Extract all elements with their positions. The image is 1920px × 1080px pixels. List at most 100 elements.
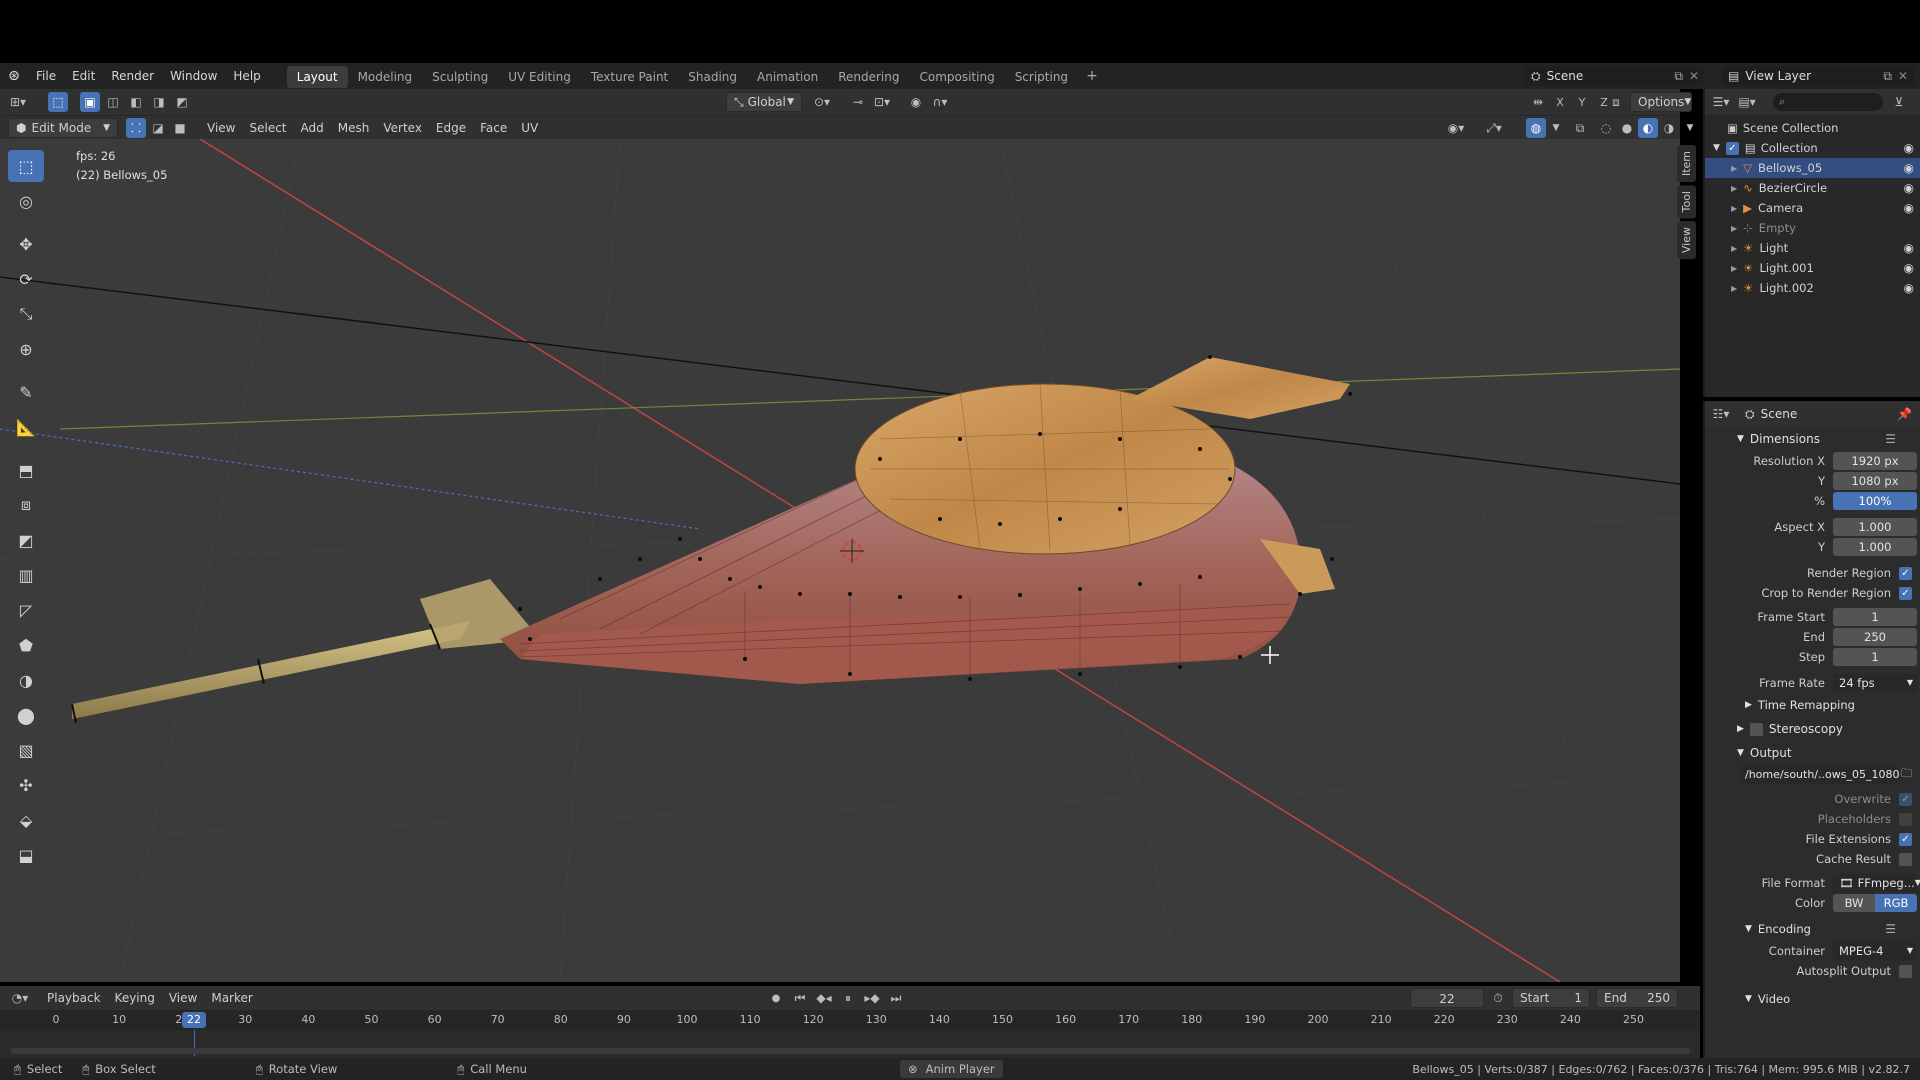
- rotate-tool-icon[interactable]: ⟳: [8, 263, 44, 295]
- select-tool-icon[interactable]: ⬚: [8, 150, 44, 182]
- cursor-tool-icon[interactable]: ◎: [8, 185, 44, 217]
- encoding-header[interactable]: ▼ Encoding ☰: [1731, 917, 1920, 941]
- pivot-point-icon[interactable]: ⊙▾: [812, 92, 832, 112]
- scene-collection-row[interactable]: ▣ Scene Collection: [1705, 118, 1920, 138]
- filter-icon[interactable]: ⊻: [1889, 92, 1909, 112]
- menu-add[interactable]: Add: [294, 118, 331, 138]
- overlays-dropdown-icon[interactable]: ▼: [1546, 118, 1566, 138]
- frame-rate-dropdown[interactable]: 24 fps ▼: [1833, 674, 1917, 692]
- tab-compositing[interactable]: Compositing: [909, 66, 1004, 88]
- rendered-shading-icon[interactable]: ◑: [1659, 118, 1679, 138]
- select-box-tool-icon[interactable]: ⬚: [48, 92, 68, 112]
- solid-shading-icon[interactable]: ●: [1617, 118, 1637, 138]
- snap-target-icon[interactable]: ⊡▾: [872, 92, 892, 112]
- outliner-item-light-001[interactable]: ▶ ☀ Light.001 ◉: [1705, 258, 1920, 278]
- timeline[interactable]: 0102030405060708090100110120130140150160…: [0, 1010, 1700, 1058]
- outliner-editor-type-icon[interactable]: ☰▾: [1711, 92, 1731, 112]
- file-format-dropdown[interactable]: 🎞 FFmpeg... ▼: [1833, 874, 1920, 892]
- expand-icon[interactable]: ▶: [1731, 284, 1737, 293]
- eye-icon[interactable]: ◉: [1904, 201, 1914, 215]
- overlays-icon[interactable]: ◍: [1526, 118, 1546, 138]
- playhead[interactable]: 22: [182, 1012, 206, 1028]
- menu-face[interactable]: Face: [473, 118, 514, 138]
- frame-ruler[interactable]: 0102030405060708090100110120130140150160…: [0, 1010, 1700, 1030]
- tab-rendering[interactable]: Rendering: [828, 66, 909, 88]
- presets-icon[interactable]: ☰: [1885, 432, 1896, 446]
- tab-sculpting[interactable]: Sculpting: [422, 66, 498, 88]
- output-header[interactable]: ▼ Output: [1731, 741, 1920, 765]
- menu-help[interactable]: Help: [225, 63, 268, 89]
- dimensions-header[interactable]: ▼ Dimensions ☰: [1731, 427, 1920, 451]
- delete-view-layer-icon[interactable]: ✕: [1898, 69, 1908, 83]
- menu-render[interactable]: Render: [103, 63, 162, 89]
- tab-animation[interactable]: Animation: [747, 66, 828, 88]
- eye-icon[interactable]: ◉: [1904, 161, 1914, 175]
- timeline-scrollbar[interactable]: [10, 1048, 1690, 1054]
- collection-row[interactable]: ▼ ✓ ▤ Collection ◉: [1705, 138, 1920, 158]
- outliner-search-field[interactable]: ⌕: [1773, 93, 1883, 111]
- outliner-item-light[interactable]: ▶ ☀ Light ◉: [1705, 238, 1920, 258]
- mirror-axis-y[interactable]: Y: [1572, 92, 1592, 112]
- eye-icon[interactable]: ◉: [1904, 181, 1914, 195]
- end-frame-field[interactable]: End 250: [1596, 988, 1678, 1008]
- start-frame-field[interactable]: Start 1: [1512, 988, 1590, 1008]
- select-mode-difference-icon[interactable]: ◨: [149, 92, 169, 112]
- output-path-field[interactable]: /home/south/..ows_05_1080: [1739, 766, 1899, 784]
- shrink-fatten-tool-icon[interactable]: ✣: [8, 769, 44, 801]
- timeline-menu-playback[interactable]: Playback: [40, 988, 108, 1008]
- extrude-tool-icon[interactable]: ⬒: [8, 454, 44, 486]
- time-remapping-header[interactable]: ▶ Time Remapping: [1731, 693, 1920, 717]
- move-tool-icon[interactable]: ✥: [8, 228, 44, 260]
- rip-region-tool-icon[interactable]: ⬓: [8, 839, 44, 871]
- view-object-types-icon[interactable]: ◉▾: [1446, 118, 1466, 138]
- wireframe-shading-icon[interactable]: ◌: [1596, 118, 1616, 138]
- edge-slide-tool-icon[interactable]: ▧: [8, 734, 44, 766]
- mirror-icon[interactable]: ⇹: [1528, 92, 1548, 112]
- annotate-tool-icon[interactable]: ✎: [8, 376, 44, 408]
- blender-logo-icon[interactable]: ⊛: [0, 63, 28, 89]
- outliner-item-beziercircle[interactable]: ▶ ∿ BezierCircle ◉: [1705, 178, 1920, 198]
- pin-icon[interactable]: 📌: [1897, 407, 1912, 421]
- mode-dropdown[interactable]: ⬢ Edit Mode ▼: [8, 117, 118, 138]
- expand-icon[interactable]: ▶: [1731, 224, 1737, 233]
- jump-start-icon[interactable]: ⏮: [790, 988, 810, 1008]
- select-mode-extend-icon[interactable]: ◫: [103, 92, 123, 112]
- expand-icon[interactable]: ▶: [1731, 244, 1737, 253]
- resolution-y-field[interactable]: 1080 px: [1833, 472, 1917, 490]
- snap-icon[interactable]: ⊸: [848, 92, 868, 112]
- menu-select[interactable]: Select: [242, 118, 293, 138]
- resolution-percent-field[interactable]: 100%: [1833, 492, 1917, 510]
- color-bw-button[interactable]: BW: [1833, 894, 1875, 912]
- aspect-x-field[interactable]: 1.000: [1833, 518, 1917, 536]
- select-mode-intersect-icon[interactable]: ◩: [172, 92, 192, 112]
- outliner-item-empty[interactable]: ▶ ⊹ Empty: [1705, 218, 1920, 238]
- presets-icon[interactable]: ☰: [1885, 922, 1896, 936]
- jump-end-icon[interactable]: ⏭: [886, 988, 906, 1008]
- tab-view[interactable]: View: [1677, 221, 1696, 260]
- outliner-item-camera[interactable]: ▶ ▶ Camera ◉: [1705, 198, 1920, 218]
- tab-texture-paint[interactable]: Texture Paint: [581, 66, 678, 88]
- render-region-checkbox[interactable]: ✓: [1899, 566, 1912, 580]
- new-scene-icon[interactable]: ⧉: [1674, 69, 1683, 84]
- timeline-editor-type-icon[interactable]: ◔▾: [10, 988, 30, 1008]
- container-dropdown[interactable]: MPEG-4 ▼: [1833, 942, 1917, 960]
- editor-type-icon[interactable]: ⊞▾: [8, 92, 28, 112]
- loop-cut-tool-icon[interactable]: ▥: [8, 559, 44, 591]
- material-shading-icon[interactable]: ◐: [1638, 118, 1658, 138]
- tab-uv-editing[interactable]: UV Editing: [498, 66, 581, 88]
- tab-modeling[interactable]: Modeling: [348, 66, 423, 88]
- menu-vertex[interactable]: Vertex: [376, 118, 429, 138]
- stopwatch-icon[interactable]: ⏱: [1488, 988, 1508, 1008]
- crop-region-checkbox[interactable]: ✓: [1899, 586, 1912, 600]
- menu-edge[interactable]: Edge: [429, 118, 473, 138]
- select-mode-new-icon[interactable]: ▣: [80, 92, 100, 112]
- menu-view[interactable]: View: [200, 118, 242, 138]
- poly-build-tool-icon[interactable]: ⬟: [8, 629, 44, 661]
- shading-dropdown-icon[interactable]: ▼: [1680, 118, 1700, 138]
- viewport-scene[interactable]: [0, 139, 1680, 982]
- new-view-layer-icon[interactable]: ⧉: [1883, 69, 1892, 84]
- tab-tool[interactable]: Tool: [1677, 185, 1696, 219]
- video-header[interactable]: ▼ Video: [1731, 987, 1920, 1011]
- autosplit-checkbox[interactable]: [1899, 964, 1912, 978]
- smooth-tool-icon[interactable]: ⬤: [8, 699, 44, 731]
